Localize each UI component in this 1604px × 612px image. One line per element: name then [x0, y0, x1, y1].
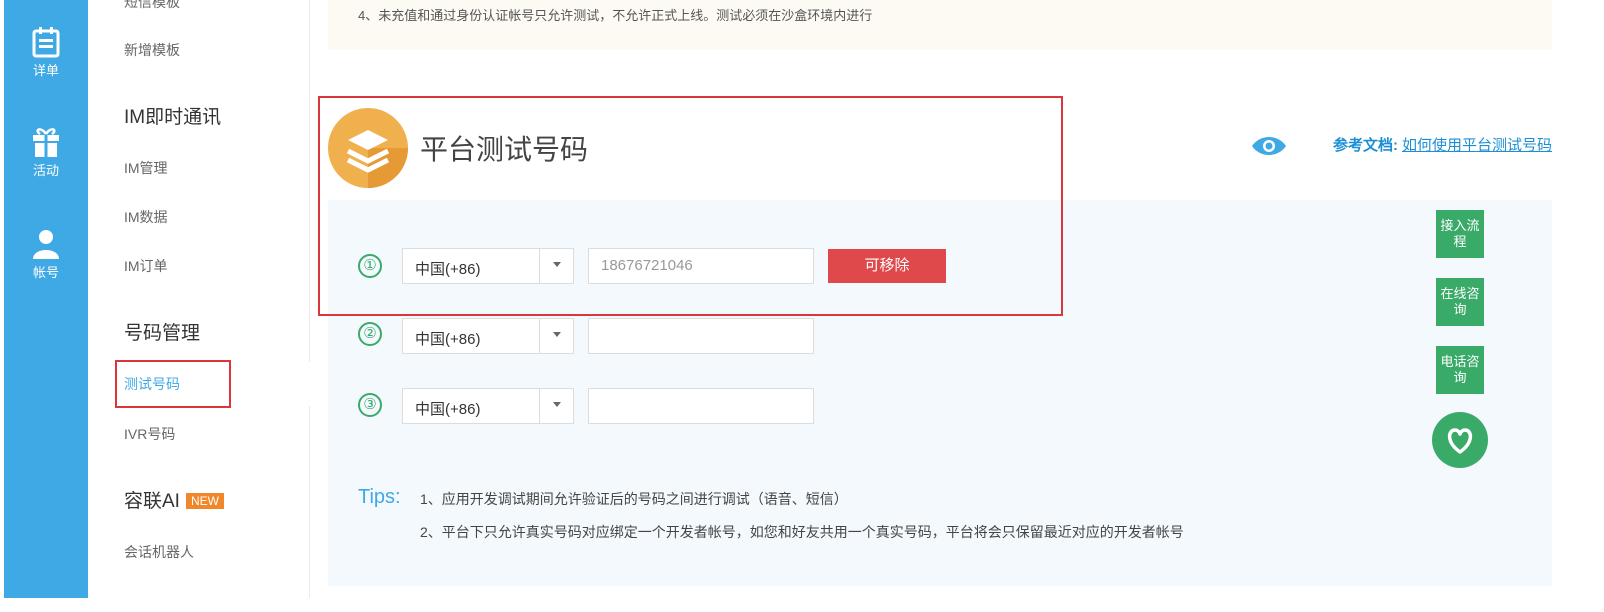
- gift-icon: [33, 128, 59, 157]
- sidebar-item-chatbot[interactable]: 会话机器人: [124, 542, 194, 562]
- phone-consult-button[interactable]: 电话咨询: [1436, 346, 1484, 394]
- rail-label-detail: 详单: [32, 63, 59, 78]
- heart-icon: [1447, 428, 1473, 454]
- sidebar-heading-ai-label: 容联AI: [124, 491, 180, 512]
- phone-input-2[interactable]: [588, 318, 814, 354]
- tip-line-1: 1、应用开发调试期间允许验证后的号码之间进行调试（语音、短信）: [420, 491, 848, 507]
- chevron-down-icon: [553, 402, 561, 407]
- reference-doc: 参考文档: 如何使用平台测试号码: [1333, 134, 1552, 155]
- icon-rail: 详单 活动 帐号: [4, 0, 88, 598]
- rail-item-account[interactable]: 帐号: [4, 228, 88, 281]
- access-flow-button[interactable]: 接入流程: [1436, 210, 1484, 258]
- eye-icon: [1252, 137, 1286, 155]
- select-divider: [539, 389, 540, 423]
- online-consult-button[interactable]: 在线咨询: [1436, 278, 1484, 326]
- row-number-3: ③: [358, 393, 382, 417]
- select-divider: [539, 319, 540, 353]
- notice-text: 4、未充值和通过身份认证帐号只允许测试，不允许正式上线。测试必须在沙盒环境内进行: [358, 8, 873, 23]
- user-icon: [33, 230, 59, 259]
- tips-label: Tips:: [358, 486, 401, 508]
- sidebar-heading-im: IM即时通讯: [124, 107, 222, 128]
- sidebar-item-new-template[interactable]: 新增模板: [124, 40, 180, 60]
- chevron-down-icon: [553, 332, 561, 337]
- sub-navigation: 短信模板 新增模板 IM即时通讯 IM管理 IM数据 IM订单 号码管理 测试号…: [88, 0, 310, 598]
- sidebar-item-im-order[interactable]: IM订单: [124, 256, 168, 276]
- country-value-3: 中国(+86): [415, 401, 481, 418]
- rail-label-account: 帐号: [32, 265, 59, 280]
- notice-bar: 4、未充值和通过身份认证帐号只允许测试，不允许正式上线。测试必须在沙盒环境内进行: [328, 0, 1552, 50]
- sidebar-heading-number-manage: 号码管理: [124, 323, 201, 344]
- sidebar-item-im-data[interactable]: IM数据: [124, 207, 168, 227]
- row-number-2: ②: [358, 322, 382, 346]
- phone-input-3[interactable]: [588, 388, 814, 424]
- sidebar-heading-ai: 容联AI NEW: [124, 486, 224, 513]
- country-select-3[interactable]: 中国(+86): [402, 388, 574, 424]
- highlight-box-header: [318, 96, 1063, 316]
- rail-label-activity: 活动: [32, 163, 59, 178]
- reference-link[interactable]: 如何使用平台测试号码: [1402, 137, 1552, 154]
- rail-item-detail[interactable]: 详单: [4, 26, 88, 79]
- list-icon: [32, 27, 60, 58]
- favorite-button[interactable]: [1432, 412, 1488, 468]
- reference-label: 参考文档:: [1332, 137, 1398, 154]
- country-value-2: 中国(+86): [415, 331, 481, 348]
- tip-line-2: 2、平台下只允许真实号码对应绑定一个开发者帐号，如您和好友共用一个真实号码，平台…: [420, 524, 1184, 540]
- sidebar-item-ivr-number[interactable]: IVR号码: [124, 424, 175, 444]
- new-badge: NEW: [185, 493, 224, 509]
- country-select-2[interactable]: 中国(+86): [402, 318, 574, 354]
- rail-item-activity[interactable]: 活动: [4, 126, 88, 179]
- sidebar-item-sms-template-cut[interactable]: 短信模板: [124, 0, 180, 12]
- highlight-box-test-number: [115, 360, 231, 408]
- sidebar-item-im-manage[interactable]: IM管理: [124, 158, 168, 178]
